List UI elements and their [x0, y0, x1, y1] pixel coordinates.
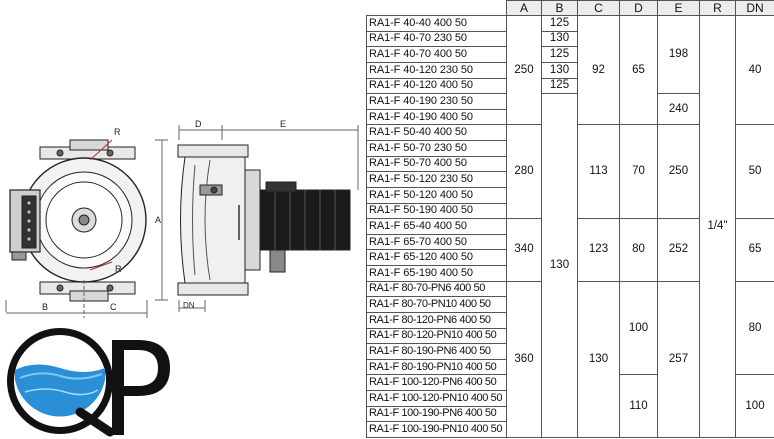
dn-cell: 40	[735, 14, 774, 126]
b-cell: 130	[541, 30, 578, 48]
d-cell: 65	[619, 14, 658, 126]
model-cell: RA1-F 100-120-PN6 400 50	[366, 374, 507, 391]
model-cell: RA1-F 40-190 230 50	[366, 93, 507, 110]
model-cell: RA1-F 40-120 230 50	[366, 61, 507, 79]
b-cell: 125	[541, 77, 578, 95]
dn-cell: 50	[735, 124, 774, 220]
header-b: B	[541, 0, 578, 16]
header-e: E	[657, 0, 700, 16]
a-cell: 360	[506, 280, 542, 439]
model-cell: RA1-F 100-190-PN10 400 50	[366, 421, 507, 438]
model-cell: RA1-F 40-190 400 50	[366, 108, 507, 126]
model-cell: RA1-F 80-190-PN10 400 50	[366, 358, 507, 376]
model-cell: RA1-F 65-70 400 50	[366, 233, 507, 251]
e-cell: 252	[657, 218, 700, 282]
model-cell: RA1-F 80-120-PN6 400 50	[366, 311, 507, 329]
table-row: RA1-F 40-40 400 50 250 125 92 65 198 1/4…	[366, 14, 774, 438]
model-cell: RA1-F 40-70 230 50	[366, 30, 507, 48]
e-cell: 250	[657, 124, 700, 220]
d-cell: 80	[619, 218, 658, 282]
model-cell: RA1-F 40-40 400 50	[366, 15, 507, 32]
front-label-a: A	[155, 215, 161, 225]
model-cell: RA1-F 50-70 230 50	[366, 140, 507, 157]
b-cell: 130	[541, 93, 578, 438]
model-cell: RA1-F 65-40 400 50	[366, 218, 507, 235]
e-cell: 257	[657, 280, 700, 439]
model-cell: RA1-F 50-40 400 50	[366, 124, 507, 141]
front-label-b: B	[42, 302, 48, 312]
pump-technical-drawing: R R A B C D E DN	[5, 119, 359, 437]
model-cell: RA1-F 80-120-PN10 400 50	[366, 327, 507, 345]
side-label-d: D	[195, 119, 202, 129]
side-view	[177, 125, 359, 312]
header-r: R	[699, 0, 736, 16]
front-label-r-top: R	[114, 127, 121, 137]
model-cell: RA1-F 80-70-PN10 400 50	[366, 296, 507, 313]
a-cell: 340	[506, 218, 542, 282]
front-view	[5, 139, 168, 318]
model-cell: RA1-F 50-120 400 50	[366, 186, 507, 204]
model-cell: RA1-F 80-70-PN6 400 50	[366, 280, 507, 298]
b-cell: 130	[541, 61, 578, 79]
side-label-e: E	[280, 119, 286, 129]
header-model	[366, 0, 507, 16]
e-cell: 240	[657, 93, 700, 126]
e-cell: 198	[657, 14, 700, 95]
side-label-dn: DN	[183, 301, 195, 310]
model-cell: RA1-F 50-70 400 50	[366, 155, 507, 173]
model-cell: RA1-F 50-120 230 50	[366, 171, 507, 188]
r-cell: 1/4"	[699, 15, 736, 438]
model-cell: RA1-F 65-120 400 50	[366, 249, 507, 266]
header-row: A B C D E R DN	[366, 0, 774, 16]
header-d: D	[619, 0, 658, 16]
header-c: C	[577, 0, 620, 16]
b-cell: 125	[541, 46, 578, 63]
dn-cell: 80	[735, 280, 774, 376]
dn-cell: 100	[735, 374, 774, 438]
model-cell: RA1-F 65-190 400 50	[366, 265, 507, 282]
dimensions-table: A B C D E R DN RA1-F 40-40 400 50 250 12…	[366, 0, 774, 439]
model-cell: RA1-F 40-70 400 50	[366, 46, 507, 63]
model-cell: RA1-F 80-190-PN6 400 50	[366, 343, 507, 360]
d-cell: 100	[619, 280, 658, 376]
c-cell: 123	[577, 218, 620, 282]
c-cell: 130	[577, 280, 620, 439]
c-cell: 113	[577, 124, 620, 220]
model-cell: RA1-F 100-120-PN10 400 50	[366, 390, 507, 407]
a-cell: 250	[506, 14, 542, 126]
front-label-c: C	[110, 302, 117, 312]
a-cell: 280	[506, 124, 542, 220]
model-cell: RA1-F 100-190-PN6 400 50	[366, 405, 507, 423]
dn-cell: 65	[735, 218, 774, 282]
b-cell: 125	[541, 15, 578, 32]
model-cell: RA1-F 40-120 400 50	[366, 77, 507, 95]
qp-logo	[7, 328, 170, 437]
d-cell: 70	[619, 124, 658, 220]
d-cell: 110	[619, 374, 658, 438]
front-label-r-bottom: R	[115, 264, 122, 274]
model-cell: RA1-F 50-190 400 50	[366, 202, 507, 220]
header-dn: DN	[735, 0, 774, 16]
header-a: A	[506, 0, 542, 16]
c-cell: 92	[577, 14, 620, 126]
